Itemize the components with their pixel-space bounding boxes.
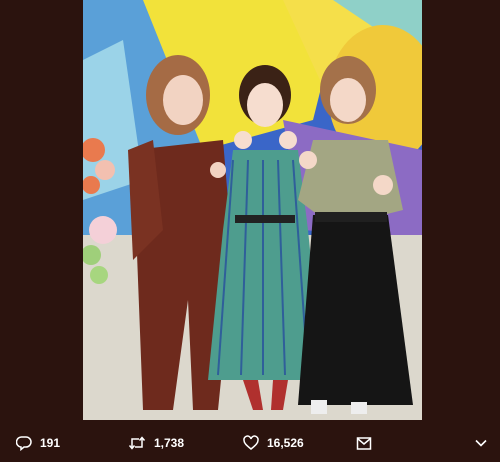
reply-button[interactable]: 191 [16,434,60,452]
heart-icon [243,435,259,451]
reply-count: 191 [40,436,61,450]
retweet-icon [128,435,146,451]
reply-icon [16,435,32,451]
retweet-count: 1,738 [154,436,185,450]
like-button[interactable]: 16,526 [243,434,304,452]
photo-illustration [83,0,422,420]
tweet-actions: 191 1,738 16,526 [0,424,500,462]
tweet-media-frame: 191 1,738 16,526 [0,0,500,462]
share-icon [356,435,372,451]
share-button[interactable] [356,434,372,452]
retweet-button[interactable]: 1,738 [128,434,184,452]
more-button[interactable] [474,434,488,452]
tweet-photo[interactable] [83,0,422,420]
like-count: 16,526 [267,436,304,450]
chevron-down-icon [474,436,488,450]
